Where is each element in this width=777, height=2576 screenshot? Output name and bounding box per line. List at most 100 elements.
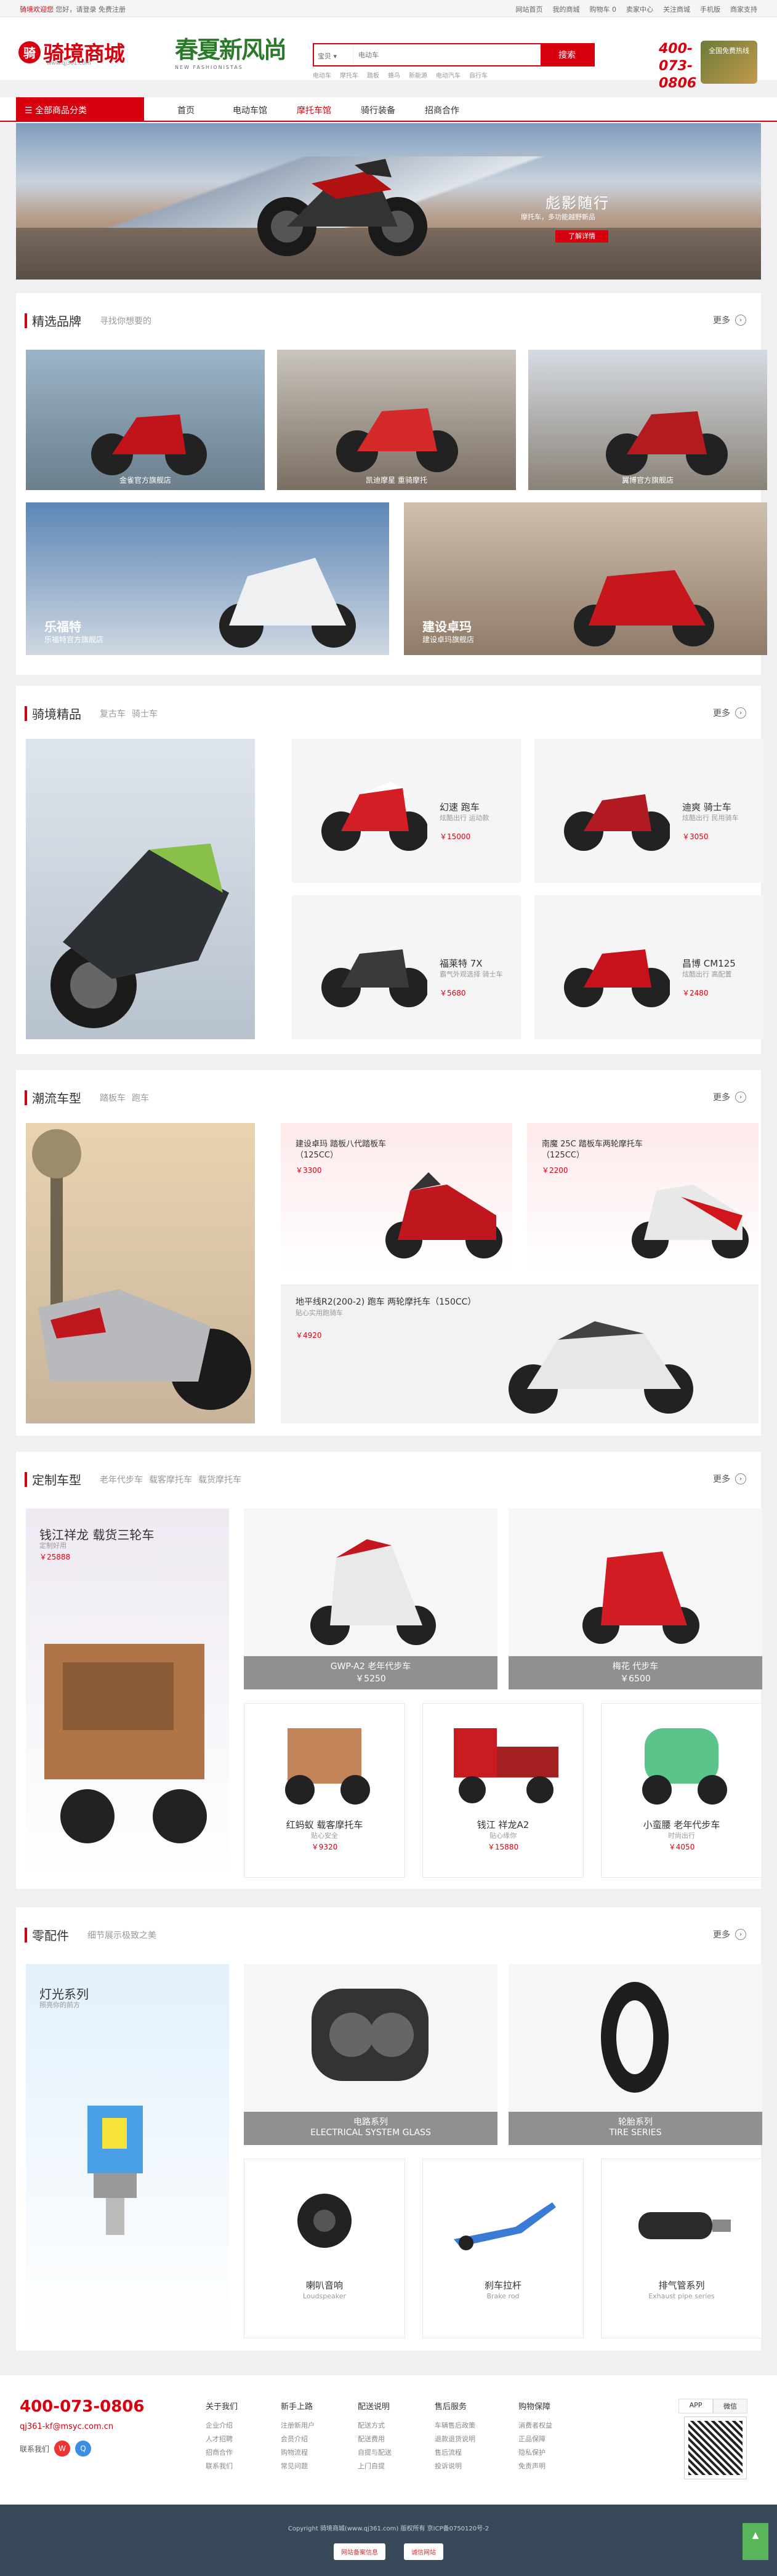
brand-card[interactable]: 乐福特 乐福特官方旗舰店 <box>26 502 389 655</box>
top-link-support[interactable]: 商家支持 <box>730 4 757 14</box>
more-link[interactable]: 更多 › <box>713 1928 746 1941</box>
section-tab[interactable]: 跑车 <box>132 1092 149 1104</box>
hot-word[interactable]: 蜂鸟 <box>388 70 400 79</box>
top-link-cart[interactable]: 购物车 0 <box>590 4 617 14</box>
product-card[interactable]: GWP-A2 老年代步车 ￥5250 <box>244 1508 497 1689</box>
footer-link[interactable]: 售后流程 <box>435 2446 475 2460</box>
product-card[interactable]: 梅花 代步车 ￥6500 <box>509 1508 762 1689</box>
weibo-icon[interactable]: W <box>54 2441 71 2457</box>
nav-item-motorcycle[interactable]: 摩托车馆 <box>282 104 346 116</box>
hot-word[interactable]: 电动车 <box>313 70 331 79</box>
product-sub: ELECTRICAL SYSTEM GLASS <box>310 2128 431 2138</box>
login-link[interactable]: 您好，请登录 <box>56 6 97 14</box>
exhaust-image <box>638 2212 731 2239</box>
footer-link[interactable]: 车辆售后政策 <box>435 2419 475 2433</box>
brand-card[interactable]: 金雀官方旗舰店 <box>26 350 265 490</box>
product-card[interactable]: 迪爽 骑士车 炫酷出行 民用骑车 ￥3050 <box>534 739 763 883</box>
product-image <box>44 1644 207 1843</box>
brand-card[interactable]: 建设卓玛 建设卓玛旗舰店 <box>404 502 767 655</box>
footer-link[interactable]: 隐私保护 <box>518 2446 552 2460</box>
footer-link[interactable]: 自提与配送 <box>358 2446 392 2460</box>
product-card[interactable]: 福莱特 7X 霸气外观选择 骑士车 ￥5680 <box>292 895 521 1039</box>
section-tab[interactable]: 踏板车 <box>100 1092 126 1104</box>
search-button[interactable]: 搜索 <box>541 44 594 65</box>
section-tab[interactable]: 载客摩托车 <box>149 1473 192 1486</box>
top-link-seller[interactable]: 卖家中心 <box>626 4 653 14</box>
qr-tab-wechat[interactable]: 微信 <box>713 2399 747 2413</box>
register-link[interactable]: 免费注册 <box>99 6 126 14</box>
product-card[interactable]: 幻速 跑车 炫酷出行 运动款 ￥15000 <box>292 739 521 883</box>
search-category-select[interactable]: 宝贝 ▾ <box>314 44 353 65</box>
footer-link[interactable]: 会员介绍 <box>281 2433 315 2446</box>
footer-link[interactable]: 投诉说明 <box>435 2460 475 2473</box>
section-tab[interactable]: 骑士车 <box>132 707 158 720</box>
nav-item-join[interactable]: 招商合作 <box>410 104 474 116</box>
custom-feature-card[interactable]: 钱江祥龙 载货三轮车 定制好用 ￥25888 <box>26 1508 229 1878</box>
hot-word[interactable]: 新能源 <box>409 70 427 79</box>
top-link-follow[interactable]: 关注商城 <box>663 4 690 14</box>
parts-feature-card[interactable]: 灯光系列 照亮你的前方 <box>26 1964 229 2338</box>
hot-word[interactable]: 摩托车 <box>340 70 358 79</box>
site-logo[interactable]: 骑 骑境商城 www.qj361.com <box>18 37 125 67</box>
top-link-home[interactable]: 网站首页 <box>516 4 543 14</box>
section-tab[interactable]: 载货摩托车 <box>198 1473 241 1486</box>
hot-word[interactable]: 自行车 <box>469 70 488 79</box>
nav-item-home[interactable]: 首页 <box>154 104 218 116</box>
premium-feature-image[interactable] <box>26 739 255 1039</box>
trend-feature-image[interactable] <box>26 1123 255 1423</box>
qq-icon[interactable]: Q <box>75 2441 92 2457</box>
product-card[interactable]: 小蛮腰 老年代步车 时尚出行 ￥4050 <box>601 1703 762 1878</box>
footer-link[interactable]: 退款退货说明 <box>435 2433 475 2446</box>
search-input[interactable] <box>353 44 541 65</box>
footer-link[interactable]: 招商合作 <box>206 2446 238 2460</box>
parts-card[interactable]: 电路系列 ELECTRICAL SYSTEM GLASS <box>244 1964 497 2145</box>
footer-email[interactable]: qj361-kf@msyc.com.cn <box>20 2422 113 2431</box>
more-link[interactable]: 更多 › <box>713 707 746 719</box>
product-card[interactable]: 地平线R2(200-2) 跑车 两轮摩托车（150CC） 贴心实用跑骑车 ￥4920 <box>281 1284 759 1423</box>
footer-link[interactable]: 联系我们 <box>206 2460 238 2473</box>
footer-link[interactable]: 人才招聘 <box>206 2433 238 2446</box>
brand-card[interactable]: 凯迪摩星 重骑摩托 <box>277 350 516 490</box>
footer-link[interactable]: 消费者权益 <box>518 2419 552 2433</box>
product-card[interactable]: 建设卓玛 踏板八代踏板车（125CC） ￥3300 <box>281 1123 512 1270</box>
nav-item-ebike[interactable]: 电动车馆 <box>218 104 282 116</box>
parts-card[interactable]: 刹车拉杆 Brake rod <box>422 2159 584 2338</box>
footer-link[interactable]: 常见问题 <box>281 2460 315 2473</box>
section-tab[interactable]: 细节展示极致之美 <box>87 1929 156 1941</box>
hot-word[interactable]: 电动汽车 <box>436 70 461 79</box>
footer-link[interactable]: 正品保障 <box>518 2433 552 2446</box>
record-badge[interactable]: 网站备案信息 <box>334 2543 385 2560</box>
top-link-mobile[interactable]: 手机版 <box>700 4 720 14</box>
footer-link[interactable]: 免责声明 <box>518 2460 552 2473</box>
banner-detail-button[interactable]: 了解详情 <box>555 230 608 243</box>
all-categories-button[interactable]: ☰ 全部商品分类 <box>16 97 144 122</box>
footer-link[interactable]: 上门自提 <box>358 2460 392 2473</box>
product-card[interactable]: 南魔 25C 踏板车两轮摩托车（125CC） ￥2200 <box>527 1123 759 1270</box>
product-card[interactable]: 红蚂蚁 载客摩托车 贴心安全 ￥9320 <box>244 1703 405 1878</box>
hot-word[interactable]: 踏板 <box>367 70 379 79</box>
footer-link[interactable]: 配送方式 <box>358 2419 392 2433</box>
nav-item-gear[interactable]: 骑行装备 <box>346 104 410 116</box>
chevron-right-icon: › <box>735 1092 746 1103</box>
parts-card[interactable]: 轮胎系列 TIRE SERIES <box>509 1964 762 2145</box>
hero-banner[interactable]: 彪影随行 摩托车，多功能越野新品 了解详情 <box>16 123 761 280</box>
trust-badge[interactable]: 诚信网站 <box>404 2543 443 2560</box>
brand-card[interactable]: 翼博官方旗舰店 <box>528 350 767 490</box>
product-card[interactable]: 钱江 祥龙A2 贴心缘你 ￥15880 <box>422 1703 584 1878</box>
more-link[interactable]: 更多 › <box>713 1091 746 1103</box>
more-link[interactable]: 更多 › <box>713 314 746 326</box>
footer-link[interactable]: 配送费用 <box>358 2433 392 2446</box>
qr-tab-app[interactable]: APP <box>678 2399 713 2413</box>
section-tab[interactable]: 复古车 <box>100 707 126 720</box>
footer-link[interactable]: 企业介绍 <box>206 2419 238 2433</box>
section-tab[interactable]: 寻找你想要的 <box>100 315 151 327</box>
parts-card[interactable]: 排气管系列 Exhaust pipe series <box>601 2159 762 2338</box>
footer-link[interactable]: 注册新用户 <box>281 2419 315 2433</box>
back-to-top-button[interactable]: ▲ <box>743 2523 768 2560</box>
more-link[interactable]: 更多 › <box>713 1473 746 1485</box>
parts-card[interactable]: 喇叭音响 Loudspeaker <box>244 2159 405 2338</box>
section-tab[interactable]: 老年代步车 <box>100 1473 143 1486</box>
footer-link[interactable]: 购物流程 <box>281 2446 315 2460</box>
top-link-my-mall[interactable]: 我的商城 <box>553 4 580 14</box>
product-card[interactable]: 昌博 CM125 炫酷出行 高配置 ￥2480 <box>534 895 763 1039</box>
